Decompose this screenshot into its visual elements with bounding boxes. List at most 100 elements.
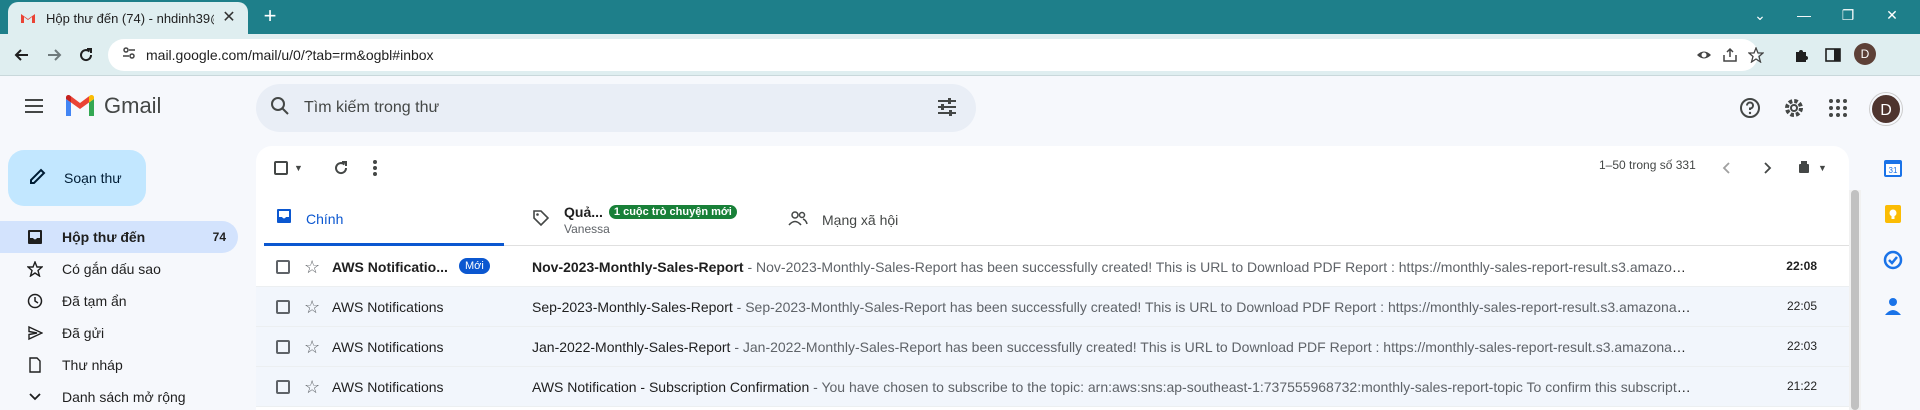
tag-icon <box>532 209 550 232</box>
gmail-logo-text: Gmail <box>104 93 162 118</box>
sidebar-item-label: Danh sách mở rộng <box>62 389 186 405</box>
email-row[interactable]: ☆ AWS Notifications AWS Notification - S… <box>256 367 1849 407</box>
browser-tab-gmail[interactable]: Hộp thư đến (74) - nhdinh39@g ✕ <box>8 2 248 34</box>
sidebar-item-sent[interactable]: Đã gửi <box>0 317 238 349</box>
email-content: Sep-2023-Monthly-Sales-Report - Sep-2023… <box>532 299 1692 315</box>
share-icon[interactable] <box>1722 47 1738 63</box>
pagination-text: 1–50 trong số 331 <box>1599 158 1696 172</box>
compose-button[interactable]: Soạn thư <box>8 150 146 206</box>
bookmark-star-icon[interactable] <box>1748 47 1764 63</box>
more-options-button[interactable] <box>372 156 378 180</box>
forward-button[interactable] <box>42 43 66 67</box>
select-all-dropdown[interactable]: ▼ <box>274 156 303 180</box>
sidebar-item-label: Đã gửi <box>62 325 105 341</box>
site-info-icon[interactable] <box>122 46 136 65</box>
tab-social[interactable]: Mạng xã hội <box>776 194 1016 246</box>
search-bar[interactable]: Tìm kiếm trong thư <box>256 84 976 132</box>
chevron-right-icon <box>1764 162 1772 174</box>
sidebar-item-label: Hộp thư đến <box>62 229 146 245</box>
side-panel-icon[interactable] <box>1824 46 1842 64</box>
account-avatar[interactable]: D <box>1870 93 1902 125</box>
compose-label: Soạn thư <box>64 170 122 186</box>
email-row[interactable]: ☆ AWS Notificatio... Mới Nov-2023-Monthl… <box>256 247 1849 287</box>
next-page-button[interactable] <box>1760 156 1774 180</box>
tab-primary[interactable]: Chính <box>264 194 504 246</box>
sidebar-item-label: Có gắn dấu sao <box>62 261 161 277</box>
new-conversation-badge: 1 cuộc trò chuyện mới <box>608 205 737 219</box>
mail-list-panel: ▼ 1–50 trong số 331 ▼ Chính Quả... 1 cuộ… <box>256 146 1849 410</box>
email-row[interactable]: ☆ AWS Notifications Jan-2022-Monthly-Sal… <box>256 327 1849 367</box>
chevron-left-icon <box>1722 162 1730 174</box>
row-checkbox[interactable] <box>276 380 290 394</box>
new-tab-button[interactable]: + <box>258 5 282 29</box>
people-icon <box>788 210 808 231</box>
inbox-icon <box>26 228 44 246</box>
sidebar-item-starred[interactable]: Có gắn dấu sao <box>0 253 238 285</box>
back-button[interactable] <box>10 43 34 67</box>
previous-page-button[interactable] <box>1720 156 1734 180</box>
sidebar-item-snoozed[interactable]: Đã tạm ẩn <box>0 285 238 317</box>
close-window-button[interactable]: ✕ <box>1874 3 1910 27</box>
email-subject: AWS Notification - Subscription Confirma… <box>532 379 810 395</box>
star-toggle-icon[interactable]: ☆ <box>304 297 320 317</box>
tab-label: Quả... <box>564 204 603 220</box>
minimize-window-button[interactable]: — <box>1786 3 1822 27</box>
row-checkbox[interactable] <box>276 260 290 274</box>
svg-text:31: 31 <box>1889 166 1898 175</box>
tasks-icon[interactable] <box>1883 250 1903 270</box>
calendar-icon[interactable]: 31 <box>1883 158 1903 178</box>
select-all-checkbox[interactable] <box>274 161 288 175</box>
eye-icon[interactable] <box>1696 47 1712 63</box>
tab-sender-preview: Vanessa <box>564 222 610 236</box>
refresh-button[interactable] <box>332 156 350 180</box>
category-tabs: Chính Quả... 1 cuộc trò chuyện mới Vanes… <box>264 194 1849 246</box>
browser-profile-avatar[interactable]: D <box>1854 43 1876 65</box>
star-toggle-icon[interactable]: ☆ <box>304 337 320 357</box>
email-subject: Jan-2022-Monthly-Sales-Report <box>532 339 731 355</box>
restore-window-button[interactable]: ❐ <box>1830 3 1866 27</box>
gmail-m-icon <box>66 94 94 116</box>
email-snippet: - Jan-2022-Monthly-Sales-Report has been… <box>730 339 1692 355</box>
keep-icon[interactable] <box>1883 204 1903 224</box>
address-bar[interactable]: mail.google.com/mail/u/0/?tab=rm&ogbl#in… <box>108 39 1764 71</box>
email-subject: Nov-2023-Monthly-Sales-Report <box>532 259 744 275</box>
email-row[interactable]: ☆ AWS Notifications Sep-2023-Monthly-Sal… <box>256 287 1849 327</box>
caret-down-icon[interactable]: ▼ <box>1818 163 1827 173</box>
back-arrow-icon <box>14 49 28 61</box>
url-text: mail.google.com/mail/u/0/?tab=rm&ogbl#in… <box>146 47 434 63</box>
email-sender: AWS Notifications <box>332 379 444 395</box>
reload-button[interactable] <box>74 43 98 67</box>
caret-down-icon[interactable]: ▼ <box>294 163 303 173</box>
star-icon <box>26 260 44 278</box>
tab-label: Chính <box>306 210 344 227</box>
sidebar-item-drafts[interactable]: Thư nháp <box>0 349 238 381</box>
search-options-icon[interactable] <box>936 96 960 120</box>
star-toggle-icon[interactable]: ☆ <box>304 377 320 397</box>
gmail-logo[interactable]: Gmail <box>64 93 161 119</box>
gmail-header: Gmail Tìm kiếm trong thư D <box>0 76 1920 140</box>
row-checkbox[interactable] <box>276 340 290 354</box>
input-tools-button[interactable]: ▼ <box>1796 156 1827 180</box>
tab-search-icon[interactable]: ⌄ <box>1742 3 1778 27</box>
star-toggle-icon[interactable]: ☆ <box>304 257 320 277</box>
chevron-down-icon <box>26 388 44 406</box>
help-icon[interactable] <box>1738 96 1762 120</box>
tab-promotions[interactable]: Quả... 1 cuộc trò chuyện mới Vanessa <box>520 194 760 246</box>
settings-gear-icon[interactable] <box>1782 96 1806 120</box>
email-content: AWS Notification - Subscription Confirma… <box>532 379 1692 395</box>
email-time: 22:08 <box>1786 259 1817 273</box>
search-icon[interactable] <box>270 96 290 121</box>
sidebar-item-more[interactable]: Danh sách mở rộng <box>0 381 238 410</box>
email-time: 22:03 <box>1786 339 1817 353</box>
search-input[interactable]: Tìm kiếm trong thư <box>304 99 439 117</box>
apps-grid-icon[interactable] <box>1826 96 1850 120</box>
main-menu-button[interactable] <box>22 94 46 118</box>
email-snippet: - You have chosen to subscribe to the to… <box>809 379 1692 395</box>
contacts-icon[interactable] <box>1883 296 1903 316</box>
sidebar-item-inbox[interactable]: Hộp thư đến 74 <box>0 221 238 253</box>
extensions-icon[interactable] <box>1792 46 1810 64</box>
email-snippet: - Nov-2023-Monthly-Sales-Report has been… <box>743 259 1692 275</box>
close-tab-icon[interactable]: ✕ <box>220 9 238 27</box>
scrollbar-thumb[interactable] <box>1851 190 1859 410</box>
row-checkbox[interactable] <box>276 300 290 314</box>
